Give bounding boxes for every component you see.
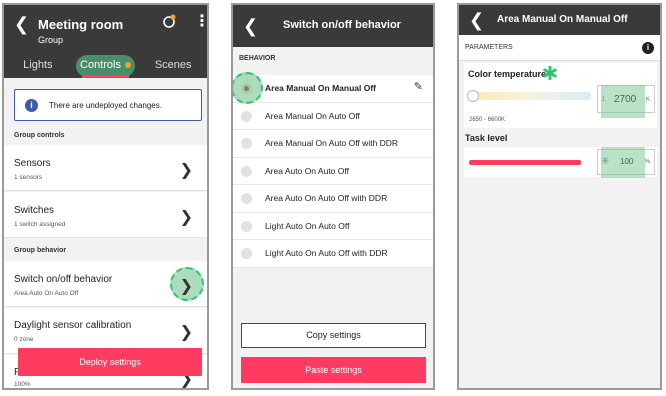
tab-active-indicator	[81, 75, 130, 78]
behavior-option[interactable]: Area Manual On Auto Off with DDR	[233, 130, 433, 158]
daylight-subtitle: 0 zone	[14, 336, 34, 343]
tab-controls-text: Controls	[80, 59, 121, 71]
switch-behavior-subtitle: Area Auto On Auto Off	[14, 290, 79, 297]
page-title: Meeting room	[38, 17, 124, 32]
radio-icon[interactable]	[241, 138, 252, 149]
tab-controls[interactable]: Controls	[72, 52, 140, 78]
info-icon[interactable]: i	[642, 42, 654, 54]
task-level-slider[interactable]	[469, 160, 581, 165]
sensors-title: Sensors	[14, 158, 51, 169]
option-label: Area Auto On Auto Off with DDR	[265, 193, 388, 203]
asterisk-marker-icon	[543, 65, 557, 81]
more-menu-icon[interactable]: ⋮	[194, 14, 207, 30]
radio-icon[interactable]	[241, 110, 252, 122]
page-title: Area Manual On Manual Off	[497, 14, 628, 25]
notice-text: There are undeployed changes.	[49, 101, 162, 110]
radio-icon[interactable]	[241, 220, 252, 232]
deploy-settings-button[interactable]: Deploy settings	[18, 348, 202, 376]
behavior-option-list: Area Manual On Manual Off ✎ Area Manual …	[233, 72, 433, 268]
task-level-label: Task level	[465, 133, 508, 143]
back-arrow-icon[interactable]: ❮	[14, 15, 29, 33]
option-label: Light Auto On Auto Off with DDR	[265, 248, 388, 258]
tap-highlight	[233, 72, 263, 104]
behavior-option[interactable]: Area Auto On Auto Off	[233, 158, 433, 185]
behavior-option[interactable]: Area Manual On Auto Off	[233, 103, 433, 130]
daylight-title: Daylight sensor calibration	[14, 320, 132, 331]
section-group-behavior: Group behavior	[14, 247, 67, 254]
paste-settings-button[interactable]: Paste settings	[241, 357, 426, 383]
tab-lights-label: Lights	[23, 59, 53, 71]
behavior-option[interactable]: Light Auto On Auto Off	[233, 213, 433, 240]
section-behavior: BEHAVIOR	[239, 55, 276, 62]
info-icon: i	[25, 99, 38, 112]
chevron-right-icon: ❯	[179, 324, 193, 341]
header: ❮ Meeting room Group ⋮ Lights Controls S…	[4, 5, 207, 78]
list-item-switches[interactable]: Switches 1 switch assigned ❯	[4, 192, 207, 238]
option-label: Area Manual On Auto Off with DDR	[265, 138, 399, 148]
value-highlight	[601, 85, 645, 118]
sensors-subtitle: 1 sensors	[14, 174, 43, 181]
behavior-option[interactable]: Area Auto On Auto Off with DDR	[233, 185, 433, 213]
value-highlight	[601, 147, 645, 178]
deploy-status-icon[interactable]	[162, 14, 176, 28]
color-temperature-slider[interactable]	[469, 92, 591, 100]
task-level-unit: %	[644, 159, 650, 165]
tab-bar: Lights Controls Scenes	[4, 52, 207, 78]
back-arrow-icon[interactable]: ❮	[243, 17, 258, 35]
switches-subtitle: 1 switch assigned	[14, 221, 66, 228]
option-label: Area Manual On Auto Off	[265, 110, 360, 121]
section-group-controls: Group controls	[14, 132, 65, 139]
tab-scenes-label: Scenes	[154, 59, 192, 71]
tab-scenes[interactable]: Scenes	[139, 52, 207, 78]
slider-thumb[interactable]	[467, 90, 479, 102]
chevron-right-icon[interactable]: ❯	[180, 276, 193, 296]
chevron-right-icon: ❯	[179, 209, 193, 226]
option-label: Area Auto On Auto Off	[265, 165, 349, 176]
tab-controls-label: Controls	[80, 59, 131, 71]
list-item-switch-behavior[interactable]: Switch on/off behavior Area Auto On Auto…	[4, 261, 207, 307]
unsaved-dot-icon	[124, 62, 131, 69]
page-subtitle: Group	[38, 35, 64, 45]
undeployed-notice: i There are undeployed changes.	[14, 89, 202, 121]
option-label: Light Auto On Auto Off	[265, 220, 350, 231]
behavior-parameters-screen: ❮ Area Manual On Manual Off PARAMETERS i…	[457, 3, 662, 390]
color-temperature-label: Color temperature	[468, 69, 547, 79]
copy-settings-button[interactable]: Copy settings	[241, 323, 426, 348]
header: ❮ Area Manual On Manual Off	[459, 5, 660, 35]
switch-behavior-screen: ❮ Switch on/off behavior BEHAVIOR Area M…	[231, 3, 435, 390]
switches-title: Switches	[14, 205, 55, 216]
back-arrow-icon[interactable]: ❮	[469, 11, 484, 29]
page-title: Switch on/off behavior	[283, 19, 401, 31]
parameters-label: PARAMETERS	[465, 44, 513, 51]
radio-icon[interactable]	[241, 165, 252, 177]
option-label: Area Manual On Manual Off	[265, 83, 376, 93]
behavior-option[interactable]: Light Auto On Auto Off with DDR	[233, 240, 433, 268]
tab-lights[interactable]: Lights	[4, 52, 72, 78]
color-temperature-range: 2650 - 6600K	[469, 117, 506, 123]
list-item-sensors[interactable]: Sensors 1 sensors ❯	[4, 145, 207, 191]
radio-icon[interactable]	[241, 193, 252, 204]
parameters-header: PARAMETERS i	[459, 35, 660, 61]
header: ❮ Switch on/off behavior	[233, 5, 433, 47]
radio-icon[interactable]	[241, 248, 252, 259]
chevron-right-icon: ❯	[179, 162, 193, 179]
color-temperature-unit: K	[645, 97, 650, 103]
switch-behavior-title: Switch on/off behavior	[14, 274, 113, 285]
behavior-option[interactable]: Area Manual On Manual Off ✎	[233, 72, 433, 104]
partial-subtitle: 100%	[14, 381, 31, 388]
edit-pencil-icon[interactable]: ✎	[414, 80, 423, 93]
group-screen: ❮ Meeting room Group ⋮ Lights Controls S…	[2, 3, 209, 390]
